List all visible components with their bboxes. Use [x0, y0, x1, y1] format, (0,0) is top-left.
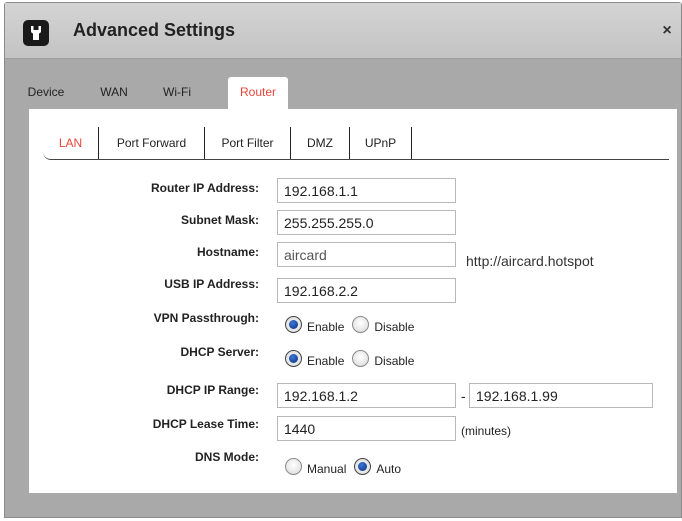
dhcp-range-separator: -	[461, 388, 466, 404]
router-ip-input[interactable]	[277, 178, 456, 203]
dhcp-enable-radio[interactable]	[285, 349, 302, 367]
dhcp-range-end-input[interactable]	[469, 383, 653, 408]
hostname-url-hint: http://aircard.hotspot	[466, 253, 594, 269]
advanced-settings-dialog: Advanced Settings × Device WAN Wi-Fi Rou…	[4, 2, 682, 518]
dhcp-range-label: DHCP IP Range:	[166, 383, 259, 397]
vpn-disable-label: Disable	[374, 320, 415, 334]
dns-mode-radios: Manual Auto	[285, 455, 409, 477]
title-bar: Advanced Settings ×	[5, 3, 681, 59]
dns-auto-label: Auto	[376, 462, 402, 476]
dhcp-range-start-input[interactable]	[277, 383, 456, 408]
dialog-title: Advanced Settings	[73, 20, 236, 40]
dhcp-server-radios: Enable Disable	[285, 347, 422, 369]
vpn-enable-radio[interactable]	[285, 315, 302, 333]
tab-device[interactable]: Device	[18, 77, 74, 109]
subtab-port-filter[interactable]: Port Filter	[205, 127, 291, 159]
hostname-input[interactable]	[277, 242, 456, 267]
dhcp-lease-input[interactable]	[277, 416, 456, 441]
router-ip-label: Router IP Address:	[150, 181, 259, 195]
subtab-upnp[interactable]: UPnP	[350, 127, 412, 159]
dhcp-enable-label: Enable	[307, 354, 345, 368]
subtab-port-forward[interactable]: Port Forward	[99, 127, 205, 159]
router-subtabs: LAN Port Forward Port Filter DMZ UPnP	[43, 127, 669, 160]
vpn-passthrough-label: VPN Passthrough:	[153, 311, 259, 325]
vpn-passthrough-radios: Enable Disable	[285, 313, 422, 335]
vpn-enable-label: Enable	[307, 320, 345, 334]
subnet-mask-label: Subnet Mask:	[180, 213, 259, 227]
dns-mode-label: DNS Mode:	[195, 450, 259, 464]
wrench-icon	[23, 20, 49, 46]
dns-auto-radio[interactable]	[354, 457, 372, 475]
router-panel: LAN Port Forward Port Filter DMZ UPnP Ro…	[29, 109, 677, 493]
dhcp-server-label: DHCP Server:	[180, 345, 259, 359]
dhcp-lease-label: DHCP Lease Time:	[152, 417, 259, 431]
hostname-label: Hostname:	[196, 245, 259, 259]
tab-wan[interactable]: WAN	[89, 77, 139, 109]
vpn-disable-radio[interactable]	[352, 315, 370, 333]
subnet-mask-input[interactable]	[277, 210, 456, 235]
dhcp-lease-unit: (minutes)	[461, 424, 512, 438]
tab-wifi[interactable]: Wi-Fi	[149, 77, 205, 109]
subtab-lan[interactable]: LAN	[43, 127, 99, 159]
dns-manual-radio[interactable]	[285, 457, 302, 475]
usb-ip-label: USB IP Address:	[164, 277, 259, 291]
usb-ip-input[interactable]	[277, 278, 456, 303]
tab-router[interactable]: Router	[228, 77, 288, 109]
dns-manual-label: Manual	[307, 462, 347, 476]
dhcp-disable-label: Disable	[374, 354, 415, 368]
subtab-dmz[interactable]: DMZ	[291, 127, 350, 159]
dhcp-disable-radio[interactable]	[352, 349, 370, 367]
close-icon[interactable]: ×	[659, 23, 675, 39]
